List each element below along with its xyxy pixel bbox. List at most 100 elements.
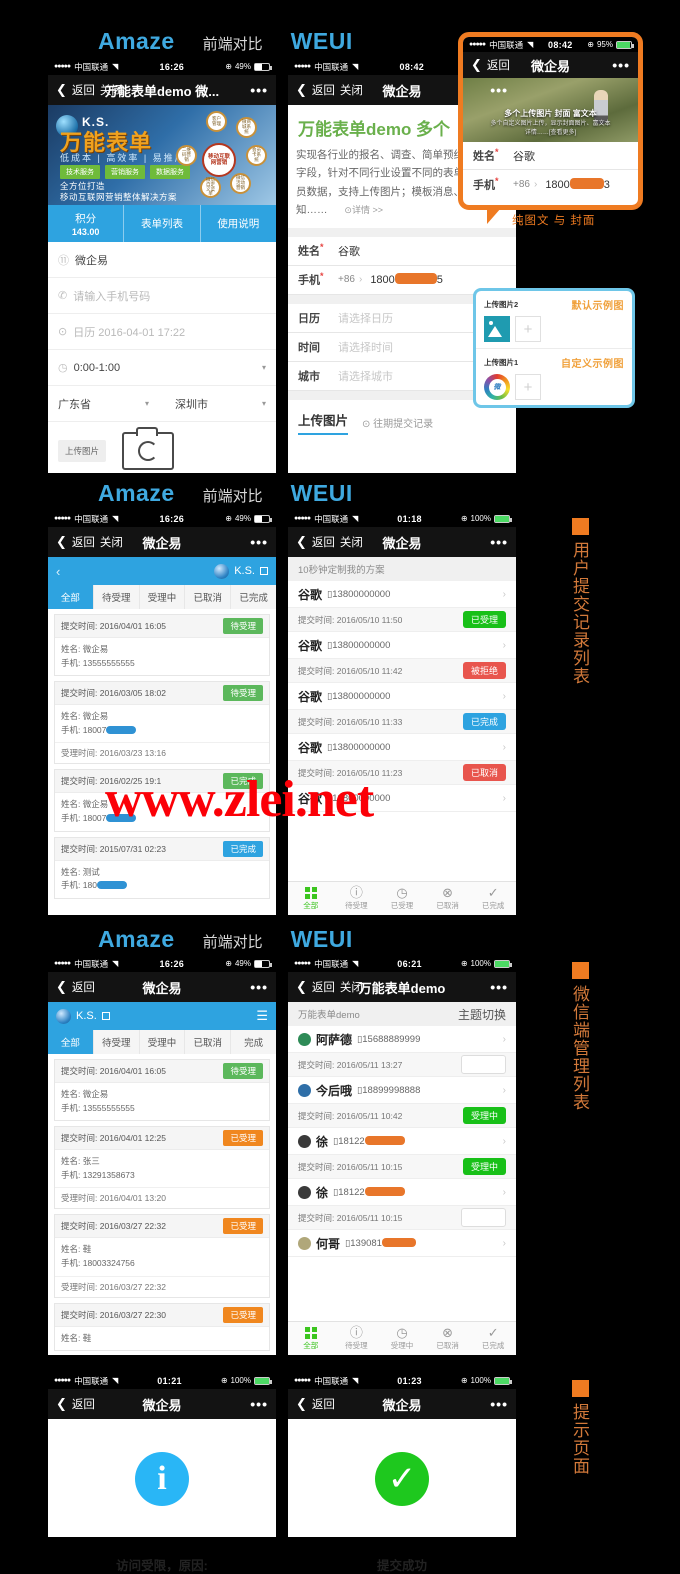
tab-past-records[interactable]: ⊙ 往期提交记录 — [362, 415, 433, 430]
more-menu-icon[interactable]: ••• — [250, 979, 268, 995]
chevron-right-icon[interactable]: › — [503, 1238, 506, 1249]
upload-image-button[interactable]: 上传图片 — [58, 440, 107, 462]
back-chevron-icon[interactable]: ❮ — [471, 57, 482, 73]
callout-row-name[interactable]: 姓名* 谷歌 — [463, 142, 638, 170]
back-chevron-icon[interactable]: ❮ — [296, 82, 307, 98]
list-item[interactable]: 徐 ▯18122 › — [288, 1179, 516, 1206]
country-code[interactable]: +86 › — [338, 274, 362, 285]
filter-tab-cancelled[interactable]: 已取消 — [185, 585, 232, 609]
tab-cancelled[interactable]: ⊗ 已取消 — [425, 882, 471, 915]
tab-pending[interactable]: ⓘ 待受理 — [334, 882, 380, 915]
detail-link[interactable]: ⊙详情 >> — [344, 205, 383, 215]
country-code[interactable]: +86 › — [513, 179, 537, 190]
chevron-right-icon[interactable]: › — [503, 793, 506, 804]
field-city[interactable]: 深圳市 ▾ — [165, 396, 276, 412]
filter-tab-completed[interactable]: 已完成 — [231, 585, 276, 609]
list-item[interactable]: 徐 ▯18122 › — [288, 1128, 516, 1155]
close-button[interactable]: 关闭 — [100, 534, 123, 550]
more-menu-icon[interactable]: ••• — [250, 534, 268, 550]
field-date[interactable]: ⊙ 日历 2016-04-01 17:22 — [48, 314, 276, 350]
more-menu-icon[interactable]: ••• — [490, 82, 508, 98]
chevron-right-icon[interactable]: › — [503, 1085, 506, 1096]
nav-left[interactable]: ❮ 返回 — [56, 979, 95, 995]
chevron-right-icon[interactable]: › — [503, 742, 506, 753]
nav-left[interactable]: ❮ 返回 — [471, 57, 510, 73]
close-button[interactable]: 关闭 — [340, 534, 363, 550]
chevron-right-icon[interactable]: › — [503, 589, 506, 600]
back-button[interactable]: 返回 — [487, 57, 510, 73]
record-card[interactable]: 提交时间: 2016/03/27 22:30 已受理 姓名: 鞋 — [54, 1302, 270, 1352]
field-phone[interactable]: ✆ 请输入手机号码 — [48, 278, 276, 314]
back-chevron-icon[interactable]: ❮ — [296, 534, 307, 550]
list-item[interactable]: 阿萨德 ▯15688889999 › — [288, 1026, 516, 1053]
filter-tab-pending[interactable]: 待受理 — [94, 1030, 140, 1054]
nav-left[interactable]: ❮ 返回 关闭 — [56, 534, 123, 550]
tab-form-list[interactable]: 表单列表 — [124, 205, 201, 242]
filter-tab-cancelled[interactable]: 已取消 — [185, 1030, 232, 1054]
nav-left[interactable]: ❮ 返回 关闭 — [296, 979, 363, 995]
chevron-right-icon[interactable]: › — [503, 1187, 506, 1198]
back-button[interactable]: 返回 — [312, 82, 335, 98]
record-card[interactable]: 提交时间: 2016/03/05 18:02 待受理 姓名: 微企易 手机: 1… — [54, 681, 270, 765]
camera-icon[interactable] — [122, 427, 175, 470]
back-button[interactable]: 返回 — [72, 1396, 95, 1412]
tab-all[interactable]: 全部 — [288, 1322, 334, 1355]
record-card[interactable]: 提交时间: 2015/07/31 02:23 已完成 姓名: 测试 手机: 18… — [54, 836, 270, 899]
tab-accepted[interactable]: ◷ 已受理 — [379, 882, 425, 915]
back-chevron-icon[interactable]: ❮ — [56, 82, 67, 98]
record-card[interactable]: 提交时间: 2016/04/01 16:05 待受理 姓名: 微企易 手机: 1… — [54, 614, 270, 677]
close-button[interactable]: 关闭 — [340, 82, 363, 98]
back-button[interactable]: 返回 — [312, 979, 335, 995]
back-chevron-icon[interactable]: ❮ — [296, 979, 307, 995]
tab-instructions[interactable]: 使用说明 — [201, 205, 276, 242]
filter-tab-completed[interactable]: 完成 — [231, 1030, 276, 1054]
more-menu-icon[interactable]: ••• — [490, 534, 508, 550]
back-button[interactable]: 返回 — [312, 534, 335, 550]
more-menu-icon[interactable]: ••• — [490, 979, 508, 995]
nav-left[interactable]: ❮ 返回 关闭 — [296, 82, 363, 98]
back-chevron-icon[interactable]: ❮ — [56, 979, 67, 995]
more-menu-icon[interactable]: ••• — [612, 57, 630, 73]
field-name[interactable]: ⑪ 微企易 — [48, 242, 276, 278]
list-item[interactable]: 谷歌 ▯13800000000 › — [288, 683, 516, 710]
list-item[interactable]: 谷歌 ▯13800000000 › — [288, 632, 516, 659]
add-image-button[interactable]: + — [515, 374, 541, 400]
tab-processing[interactable]: ◷ 受理中 — [379, 1322, 425, 1355]
more-menu-icon[interactable]: ••• — [490, 1396, 508, 1412]
custom-logo-icon[interactable]: 微 — [484, 374, 510, 400]
list-item[interactable]: 何哥 ▯139081 › — [288, 1230, 516, 1257]
field-region[interactable]: 广东省 ▾ 深圳市 ▾ — [48, 386, 276, 422]
back-button[interactable]: 返回 — [72, 534, 95, 550]
weui-row-name[interactable]: 姓名* 谷歌 — [288, 237, 516, 266]
back-chevron-icon[interactable]: ❮ — [56, 534, 67, 550]
filter-tab-all[interactable]: 全部 — [48, 585, 94, 609]
nav-left[interactable]: ❮ 返回 — [56, 1396, 95, 1412]
back-chevron-icon[interactable]: ‹ — [56, 564, 60, 579]
close-button[interactable]: 关闭 — [340, 979, 363, 995]
nav-left[interactable]: ❮ 返回 — [296, 1396, 335, 1412]
filter-tab-pending[interactable]: 待受理 — [94, 585, 140, 609]
tab-pending[interactable]: ⓘ 待受理 — [334, 1322, 380, 1355]
tab-all[interactable]: 全部 — [288, 882, 334, 915]
back-chevron-icon[interactable]: ❮ — [56, 1396, 67, 1412]
record-card[interactable]: 提交时间: 2016/03/27 22:32 已受理 姓名: 鞋 手机: 180… — [54, 1214, 270, 1298]
filter-tab-processing[interactable]: 受理中 — [140, 1030, 186, 1054]
chevron-right-icon[interactable]: › — [503, 691, 506, 702]
chevron-down-icon[interactable]: ▾ — [145, 399, 149, 408]
back-button[interactable]: 返回 — [72, 82, 95, 98]
record-card[interactable]: 提交时间: 2016/04/01 12:25 已受理 姓名: 张三 手机: 13… — [54, 1126, 270, 1210]
callout-row-phone[interactable]: 手机* +86 › 1800 3 — [463, 170, 638, 198]
chevron-down-icon[interactable]: ▾ — [262, 363, 266, 372]
list-item[interactable]: 谷歌 ▯13800000000 › — [288, 581, 516, 608]
tab-completed[interactable]: ✓ 已完成 — [470, 1322, 516, 1355]
record-card[interactable]: 提交时间: 2016/04/01 16:05 待受理 姓名: 微企易 手机: 1… — [54, 1059, 270, 1122]
chevron-right-icon[interactable]: › — [503, 1136, 506, 1147]
field-time[interactable]: ◷ 0:00-1:00 ▾ — [48, 350, 276, 386]
more-menu-icon[interactable]: ••• — [250, 1396, 268, 1412]
list-item[interactable]: 今后哦 ▯18899998888 › — [288, 1077, 516, 1104]
back-chevron-icon[interactable]: ❮ — [296, 1396, 307, 1412]
hamburger-menu-icon[interactable]: ☰ — [256, 1008, 268, 1024]
back-button[interactable]: 返回 — [72, 979, 95, 995]
nav-left[interactable]: ❮ 返回 关闭 — [296, 534, 363, 550]
more-menu-icon[interactable]: ••• — [250, 82, 268, 98]
